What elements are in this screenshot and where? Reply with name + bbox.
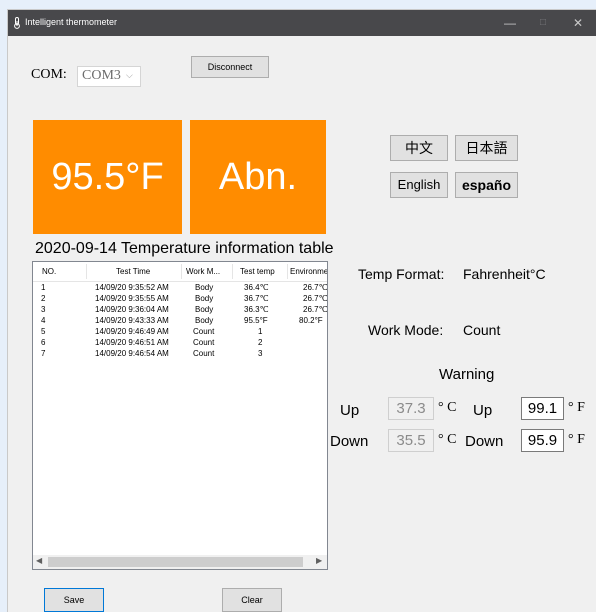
warning-title: Warning <box>439 366 495 383</box>
save-button[interactable]: Save <box>44 588 104 612</box>
fahrenheit-up-label: Up <box>473 402 493 419</box>
status-display: Abn. <box>190 120 326 234</box>
column-header[interactable]: Test Time <box>116 267 150 276</box>
column-header[interactable]: Test temp <box>240 267 275 276</box>
celsius-unit: ° C <box>438 432 457 447</box>
celsius-down-label: Down <box>330 433 369 450</box>
table-row[interactable]: 7 14/09/20 9:46:54 AM Count 3 <box>33 349 327 360</box>
celsius-up-input[interactable]: 37.3 <box>388 397 434 420</box>
language-english-button[interactable]: English <box>390 172 448 198</box>
close-button[interactable]: ✕ <box>564 14 592 32</box>
table-row[interactable]: 4 14/09/20 9:43:33 AM Body 95.5°F 80.2°F <box>33 316 327 327</box>
table-row[interactable]: 6 14/09/20 9:46:51 AM Count 2 <box>33 338 327 349</box>
language-japanese-button[interactable]: 日本語 <box>455 135 518 161</box>
com-label: COM: <box>31 67 67 82</box>
minimize-button[interactable]: — <box>496 14 524 32</box>
fahrenheit-down-label: Down <box>465 433 504 450</box>
temperature-display: 95.5°F <box>33 120 182 234</box>
table-row[interactable]: 3 14/09/20 9:36:04 AM Body 36.3℃ 26.7℃ <box>33 305 327 316</box>
language-chinese-button[interactable]: 中文 <box>390 135 448 161</box>
table-title: 2020-09-14 Temperature information table <box>35 240 334 257</box>
column-header[interactable]: NO. <box>42 267 56 276</box>
horizontal-scrollbar[interactable]: ◀ ▶ <box>33 555 327 569</box>
fahrenheit-up-input[interactable]: 99.1 <box>521 397 564 420</box>
work-mode-label: Work Mode: <box>368 322 444 338</box>
celsius-unit: ° C <box>438 400 457 415</box>
com-port-select[interactable]: COM3 ⌵ <box>77 66 141 87</box>
temp-format-label: Temp Format: <box>358 266 445 282</box>
thermometer-icon <box>14 17 20 29</box>
chevron-down-icon: ⌵ <box>126 70 133 80</box>
clear-button[interactable]: Clear <box>222 588 282 612</box>
scroll-left-icon[interactable]: ◀ <box>36 556 42 565</box>
window-title: Intelligent thermometer <box>25 17 118 27</box>
table-header: NO. Test Time Work M... Test temp Enviro… <box>33 262 327 282</box>
title-bar: Intelligent thermometer — □ ✕ <box>8 10 596 36</box>
work-mode-value: Count <box>463 322 501 338</box>
scrollbar-thumb[interactable] <box>48 557 303 567</box>
fahrenheit-unit: ° F <box>568 400 585 415</box>
com-port-value: COM3 <box>82 68 121 83</box>
celsius-up-label: Up <box>340 402 360 419</box>
language-spanish-button[interactable]: españo <box>455 172 518 198</box>
celsius-down-input[interactable]: 35.5 <box>388 429 434 452</box>
app-window: Intelligent thermometer — □ ✕ COM: COM3 … <box>8 10 596 612</box>
disconnect-button[interactable]: Disconnect <box>191 56 269 78</box>
fahrenheit-unit: ° F <box>568 432 585 447</box>
table-row[interactable]: 5 14/09/20 9:46:49 AM Count 1 <box>33 327 327 338</box>
fahrenheit-down-input[interactable]: 95.9 <box>521 429 564 452</box>
column-header[interactable]: Environme <box>290 267 327 276</box>
temp-format-value: Fahrenheit°C <box>463 266 546 282</box>
maximize-button[interactable]: □ <box>529 14 557 32</box>
temperature-table[interactable]: NO. Test Time Work M... Test temp Enviro… <box>32 261 328 570</box>
table-row[interactable]: 1 14/09/20 9:35:52 AM Body 36.4℃ 26.7℃ <box>33 283 327 294</box>
scroll-right-icon[interactable]: ▶ <box>316 556 322 565</box>
column-header[interactable]: Work M... <box>186 267 220 276</box>
table-row[interactable]: 2 14/09/20 9:35:55 AM Body 36.7℃ 26.7℃ <box>33 294 327 305</box>
